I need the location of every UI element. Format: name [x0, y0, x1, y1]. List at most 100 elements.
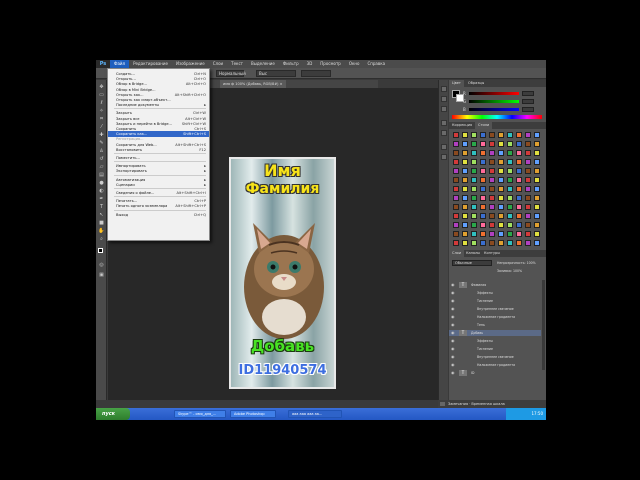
style-swatch[interactable] [480, 231, 486, 237]
brush-panel-icon[interactable] [441, 144, 447, 150]
style-swatch[interactable] [489, 177, 495, 183]
style-swatch[interactable] [525, 231, 531, 237]
visibility-eye-icon[interactable]: ◉ [451, 306, 456, 312]
file-menu-item[interactable]: Экспортировать ▸ [108, 168, 209, 174]
style-swatch[interactable] [498, 132, 504, 138]
style-swatch[interactable] [498, 204, 504, 210]
style-swatch[interactable] [489, 141, 495, 147]
layer-opacity-field[interactable]: Непрозрачность: 100% [497, 260, 543, 266]
style-swatch[interactable] [516, 231, 522, 237]
red-slider-track[interactable] [469, 92, 519, 95]
style-swatch[interactable] [534, 204, 540, 210]
taskbar-item-folder[interactable]: ааа ааа ааа аа... [288, 410, 342, 418]
style-swatch[interactable] [462, 141, 468, 147]
menu-file[interactable]: Файл [110, 60, 130, 68]
style-swatch[interactable] [480, 240, 486, 246]
style-swatch[interactable] [471, 204, 477, 210]
style-swatch[interactable] [525, 159, 531, 165]
menu-type[interactable]: Текст [227, 60, 247, 68]
layer-row[interactable]: ◉ Наложение градиента [449, 362, 541, 368]
style-swatch[interactable] [489, 150, 495, 156]
style-swatch[interactable] [525, 222, 531, 228]
menu-layer[interactable]: Слои [209, 60, 227, 68]
style-swatch[interactable] [480, 168, 486, 174]
style-swatch[interactable] [525, 150, 531, 156]
menu-view[interactable]: Просмотр [316, 60, 345, 68]
style-swatch[interactable] [507, 159, 513, 165]
style-swatch[interactable] [471, 177, 477, 183]
visibility-eye-icon[interactable]: ◉ [451, 322, 456, 328]
marquee-tool-icon[interactable]: ▭ [98, 92, 105, 98]
style-swatch[interactable] [498, 150, 504, 156]
tab-paths[interactable]: Контуры [481, 250, 503, 257]
style-swatch[interactable] [453, 240, 459, 246]
character-panel-icon[interactable] [441, 120, 447, 126]
style-swatch[interactable] [480, 195, 486, 201]
style-swatch[interactable] [498, 168, 504, 174]
style-swatch[interactable] [534, 159, 540, 165]
stamp-tool-icon[interactable]: ♙ [98, 148, 105, 154]
move-tool-icon[interactable]: ✥ [98, 84, 105, 90]
style-swatch[interactable] [534, 168, 540, 174]
style-swatch[interactable] [462, 195, 468, 201]
style-swatch[interactable] [453, 213, 459, 219]
layers-scrollbar[interactable] [542, 280, 545, 370]
visibility-eye-icon[interactable]: ◉ [451, 330, 456, 336]
style-swatch[interactable] [489, 186, 495, 192]
menu-window[interactable]: Окно [345, 60, 364, 68]
style-swatch[interactable] [534, 240, 540, 246]
taskbar-item-photoshop[interactable]: Adobe Photoshop [230, 410, 276, 418]
style-swatch[interactable] [534, 132, 540, 138]
file-menu-item[interactable]: Печать одного экземпляра Alt+Shift+Ctrl+P [108, 203, 209, 209]
style-swatch[interactable] [462, 186, 468, 192]
lasso-tool-icon[interactable]: ℓ [98, 100, 105, 106]
visibility-eye-icon[interactable]: ◉ [451, 362, 456, 368]
style-swatch[interactable] [507, 195, 513, 201]
eyedropper-tool-icon[interactable]: ⁄ [98, 124, 105, 130]
style-swatch[interactable] [471, 222, 477, 228]
style-swatch[interactable] [525, 141, 531, 147]
style-swatch[interactable] [471, 213, 477, 219]
style-swatch[interactable] [516, 240, 522, 246]
tab-styles[interactable]: Стили [475, 122, 493, 129]
style-swatch[interactable] [516, 132, 522, 138]
green-slider-track[interactable] [469, 100, 519, 103]
properties-panel-icon[interactable] [441, 106, 447, 112]
style-swatch[interactable] [471, 150, 477, 156]
style-swatch[interactable] [471, 141, 477, 147]
layer-row[interactable]: ◉ Внутреннее свечение [449, 354, 541, 360]
style-swatch[interactable] [453, 231, 459, 237]
document-tab[interactable]: имя ф 100% (Добавь, RGB/8#) × [220, 80, 286, 88]
style-swatch[interactable] [489, 213, 495, 219]
style-swatch[interactable] [534, 141, 540, 147]
tab-adjustments[interactable]: Коррекция [449, 122, 475, 129]
style-swatch[interactable] [534, 231, 540, 237]
style-swatch[interactable] [453, 168, 459, 174]
style-swatch[interactable] [480, 186, 486, 192]
style-swatch[interactable] [489, 195, 495, 201]
red-slider[interactable]: R [463, 91, 539, 96]
style-swatch[interactable] [453, 186, 459, 192]
style-swatch[interactable] [489, 204, 495, 210]
layer-row[interactable]: ◉ Внутреннее свечение [449, 306, 541, 312]
style-swatch[interactable] [525, 168, 531, 174]
style-swatch[interactable] [534, 222, 540, 228]
style-swatch[interactable] [453, 204, 459, 210]
file-menu-item[interactable]: Сценарии ▸ [108, 182, 209, 188]
green-slider[interactable]: G [463, 99, 539, 104]
brush-tool-icon[interactable]: ✎ [98, 140, 105, 146]
style-swatch[interactable] [525, 240, 531, 246]
green-value-field[interactable] [522, 99, 534, 104]
style-swatch[interactable] [534, 195, 540, 201]
style-swatch[interactable] [489, 159, 495, 165]
visibility-eye-icon[interactable]: ◉ [451, 354, 456, 360]
layer-row[interactable]: ◉ Тень [449, 322, 541, 328]
layer-fill-field[interactable]: Заливка: 100% [497, 268, 543, 274]
screen-mode-icon[interactable]: ▣ [98, 272, 105, 278]
start-button[interactable]: пуск [96, 408, 130, 420]
red-value-field[interactable] [522, 91, 534, 96]
style-swatch[interactable] [462, 204, 468, 210]
style-swatch[interactable] [453, 177, 459, 183]
style-swatch[interactable] [480, 159, 486, 165]
style-swatch[interactable] [471, 195, 477, 201]
